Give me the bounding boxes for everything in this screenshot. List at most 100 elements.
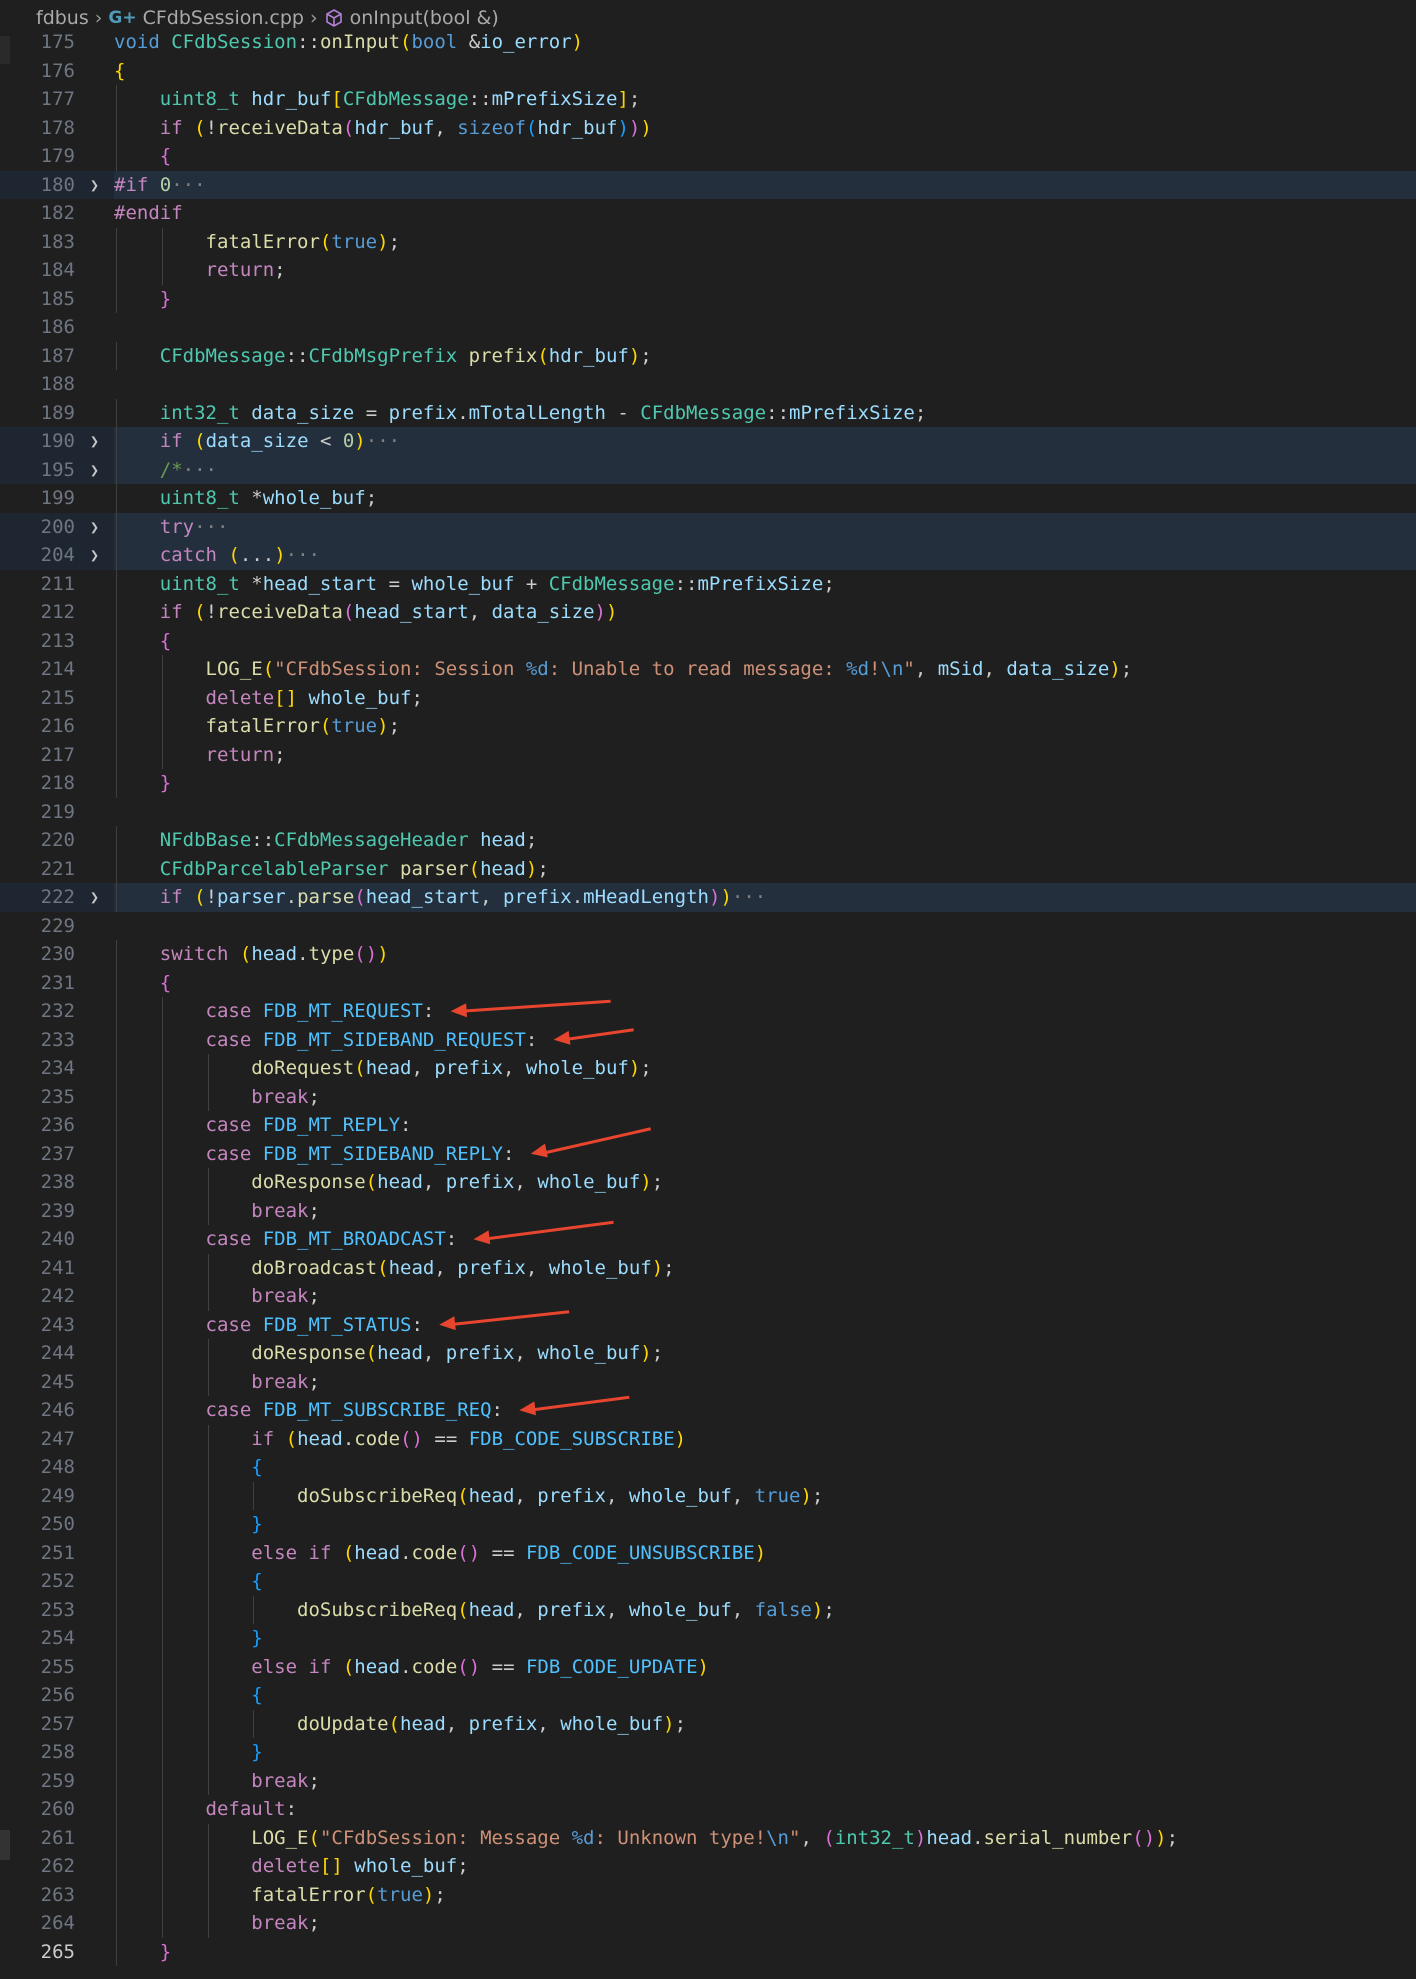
code-line[interactable]: 189 int32_t data_size = prefix.mTotalLen… bbox=[0, 398, 1416, 427]
code-line[interactable]: 263 fatalError(true); bbox=[0, 1880, 1416, 1909]
code-line[interactable]: 230 switch (head.type()) bbox=[0, 940, 1416, 969]
chevron-right-icon[interactable]: ❯ bbox=[90, 432, 106, 450]
code-line[interactable]: 177 uint8_t hdr_buf[CFdbMessage::mPrefix… bbox=[0, 85, 1416, 114]
code-line[interactable]: 249 doSubscribeReq(head, prefix, whole_b… bbox=[0, 1481, 1416, 1510]
code-line[interactable]: 175 void CFdbSession::onInput(bool &io_er… bbox=[0, 28, 1416, 57]
code-line[interactable]: 241 doBroadcast(head, prefix, whole_buf)… bbox=[0, 1253, 1416, 1282]
code-line[interactable]: 252 { bbox=[0, 1567, 1416, 1596]
code-line[interactable]: 238 doResponse(head, prefix, whole_buf); bbox=[0, 1168, 1416, 1197]
code-line[interactable]: 221 CFdbParcelableParser parser(head); bbox=[0, 854, 1416, 883]
line-number: 213 bbox=[40, 629, 75, 652]
code-line[interactable]: 190 ❯ if (data_size < 0)··· bbox=[0, 427, 1416, 456]
code-line[interactable]: 185 } bbox=[0, 284, 1416, 313]
code-line[interactable]: 195 ❯ /*··· bbox=[0, 455, 1416, 484]
code-line[interactable]: 188 bbox=[0, 370, 1416, 399]
code-line[interactable]: 260 default: bbox=[0, 1795, 1416, 1824]
code-line[interactable]: 253 doSubscribeReq(head, prefix, whole_b… bbox=[0, 1595, 1416, 1624]
code-line[interactable]: 261 LOG_E("CFdbSession: Message %d: Unkn… bbox=[0, 1823, 1416, 1852]
code-line[interactable]: 245 break; bbox=[0, 1367, 1416, 1396]
code-text: fatalError(true); bbox=[205, 230, 401, 253]
code-line[interactable]: 262 delete[] whole_buf; bbox=[0, 1852, 1416, 1881]
code-line[interactable]: 250 } bbox=[0, 1510, 1416, 1539]
code-line[interactable]: 242 break; bbox=[0, 1282, 1416, 1311]
line-number: 218 bbox=[40, 772, 75, 795]
chevron-right-icon[interactable]: ❯ bbox=[90, 546, 106, 564]
line-number: 236 bbox=[40, 1114, 75, 1137]
code-line[interactable]: 233 case FDB_MT_SIDEBAND_REQUEST: bbox=[0, 1025, 1416, 1054]
breadcrumb-folder[interactable]: fdbus bbox=[36, 7, 89, 29]
code-text: { bbox=[251, 1684, 263, 1707]
code-line[interactable]: 229 bbox=[0, 912, 1416, 941]
code-text: doUpdate(head, prefix, whole_buf); bbox=[297, 1712, 687, 1735]
code-line[interactable]: 212 if (!receiveData(head_start, data_si… bbox=[0, 598, 1416, 627]
code-line[interactable]: 243 case FDB_MT_STATUS: bbox=[0, 1310, 1416, 1339]
code-line[interactable]: 199 uint8_t *whole_buf; bbox=[0, 484, 1416, 513]
code-line[interactable]: 200 ❯ try··· bbox=[0, 512, 1416, 541]
code-line[interactable]: 180 ❯ #if 0··· bbox=[0, 170, 1416, 199]
code-text: { bbox=[251, 1570, 263, 1593]
code-text: { bbox=[159, 971, 172, 994]
code-line[interactable]: 231 { bbox=[0, 968, 1416, 997]
code-line[interactable]: 220 NFdbBase::CFdbMessageHeader head; bbox=[0, 826, 1416, 855]
code-line[interactable]: 218 } bbox=[0, 769, 1416, 798]
code-line[interactable]: 236 case FDB_MT_REPLY: bbox=[0, 1111, 1416, 1140]
code-line[interactable]: 219 bbox=[0, 798, 1416, 827]
code-line[interactable]: 178 if (!receiveData(hdr_buf, sizeof(hdr… bbox=[0, 113, 1416, 142]
breadcrumb-file[interactable]: CFdbSession.cpp bbox=[143, 7, 304, 29]
code-line[interactable]: 176 { bbox=[0, 57, 1416, 86]
line-number: 262 bbox=[40, 1855, 75, 1878]
code-line[interactable]: 235 break; bbox=[0, 1082, 1416, 1111]
code-line[interactable]: 215 delete[] whole_buf; bbox=[0, 683, 1416, 712]
code-text: try··· bbox=[159, 515, 229, 538]
code-line[interactable]: 244 doResponse(head, prefix, whole_buf); bbox=[0, 1339, 1416, 1368]
code-line[interactable]: 216 fatalError(true); bbox=[0, 712, 1416, 741]
code-line[interactable]: 213 { bbox=[0, 626, 1416, 655]
code-line[interactable]: 211 uint8_t *head_start = whole_buf + CF… bbox=[0, 569, 1416, 598]
code-line[interactable]: 265 } bbox=[0, 1937, 1416, 1966]
code-text: break; bbox=[251, 1370, 320, 1393]
code-line[interactable]: 237 case FDB_MT_SIDEBAND_REPLY: bbox=[0, 1139, 1416, 1168]
c-plus-plus-file-icon: G+ bbox=[108, 8, 137, 28]
code-text: CFdbMessage::CFdbMsgPrefix prefix(hdr_bu… bbox=[159, 344, 652, 367]
code-text: default: bbox=[205, 1798, 298, 1821]
code-line[interactable]: 251 else if (head.code() == FDB_CODE_UNS… bbox=[0, 1538, 1416, 1567]
code-line[interactable]: 257 doUpdate(head, prefix, whole_buf); bbox=[0, 1709, 1416, 1738]
code-line[interactable]: 222 ❯ if (!parser.parse(head_start, prefi… bbox=[0, 883, 1416, 912]
code-line[interactable]: 232 case FDB_MT_REQUEST: bbox=[0, 997, 1416, 1026]
chevron-right-icon[interactable]: ❯ bbox=[90, 461, 106, 479]
code-line[interactable]: 246 case FDB_MT_SUBSCRIBE_REQ: bbox=[0, 1396, 1416, 1425]
code-line[interactable]: 186 bbox=[0, 313, 1416, 342]
chevron-right-icon[interactable]: ❯ bbox=[90, 888, 106, 906]
code-text: { bbox=[159, 145, 172, 168]
code-line[interactable]: 247 if (head.code() == FDB_CODE_SUBSCRIB… bbox=[0, 1424, 1416, 1453]
breadcrumb-symbol[interactable]: onInput(bool &) bbox=[350, 7, 499, 29]
line-number: 238 bbox=[40, 1171, 75, 1194]
code-line[interactable]: 258 } bbox=[0, 1738, 1416, 1767]
code-line[interactable]: 234 doRequest(head, prefix, whole_buf); bbox=[0, 1054, 1416, 1083]
code-line[interactable]: 255 else if (head.code() == FDB_CODE_UPD… bbox=[0, 1652, 1416, 1681]
code-line[interactable]: 183 fatalError(true); bbox=[0, 227, 1416, 256]
code-line[interactable]: 259 break; bbox=[0, 1766, 1416, 1795]
code-line[interactable]: 187 CFdbMessage::CFdbMsgPrefix prefix(hd… bbox=[0, 341, 1416, 370]
code-line[interactable]: 217 return; bbox=[0, 740, 1416, 769]
code-line[interactable]: 239 break; bbox=[0, 1196, 1416, 1225]
code-line[interactable]: 184 return; bbox=[0, 256, 1416, 285]
chevron-right-icon[interactable]: ❯ bbox=[90, 518, 106, 536]
code-line[interactable]: 182 #endif bbox=[0, 199, 1416, 228]
code-line[interactable]: 240 case FDB_MT_BROADCAST: bbox=[0, 1225, 1416, 1254]
code-line[interactable]: 204 ❯ catch (...)··· bbox=[0, 541, 1416, 570]
line-number: 179 bbox=[40, 145, 75, 168]
code-line[interactable]: 254 } bbox=[0, 1624, 1416, 1653]
code-line[interactable]: 256 { bbox=[0, 1681, 1416, 1710]
code-line[interactable]: 248 { bbox=[0, 1453, 1416, 1482]
code-text: else if (head.code() == FDB_CODE_UNSUBSC… bbox=[251, 1541, 767, 1564]
code-line[interactable]: 264 break; bbox=[0, 1909, 1416, 1938]
line-number: 246 bbox=[40, 1399, 75, 1422]
code-line[interactable]: 179 { bbox=[0, 142, 1416, 171]
line-number: 233 bbox=[40, 1028, 75, 1051]
code-line[interactable]: 214 LOG_E("CFdbSession: Session %d: Unab… bbox=[0, 655, 1416, 684]
line-number: 240 bbox=[40, 1228, 75, 1251]
chevron-right-icon[interactable]: ❯ bbox=[90, 176, 106, 194]
code-text: if (data_size < 0)··· bbox=[159, 430, 401, 453]
code-editor[interactable]: 175 void CFdbSession::onInput(bool &io_er… bbox=[0, 28, 1416, 1979]
